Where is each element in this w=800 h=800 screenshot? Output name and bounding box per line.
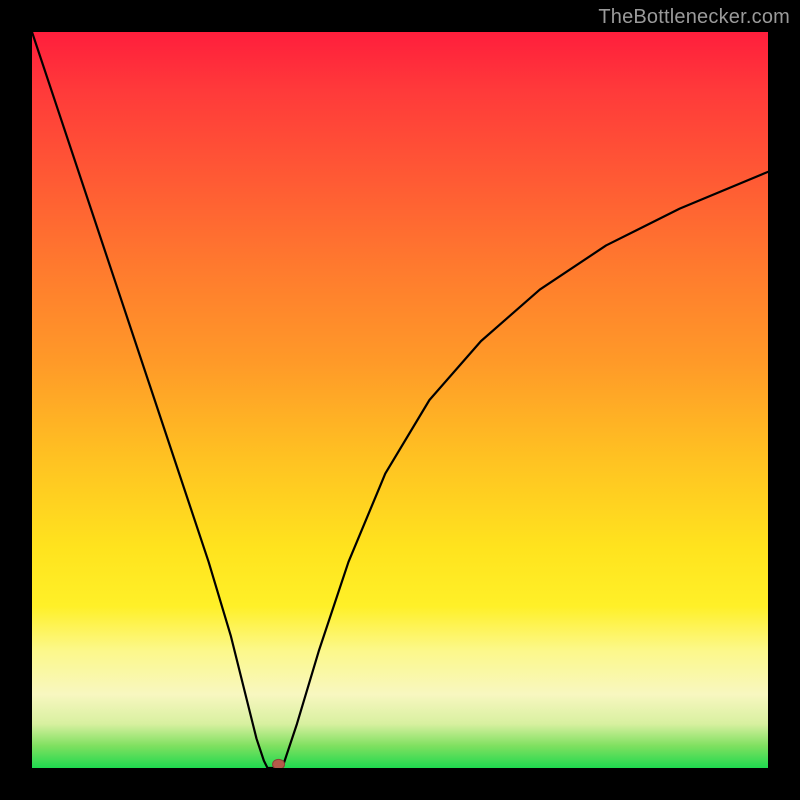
plot-area xyxy=(32,32,768,768)
curve-right-branch xyxy=(282,172,768,768)
curve-svg xyxy=(32,32,768,768)
curve-left-branch xyxy=(32,32,268,768)
chart-container: TheBottlenecker.com xyxy=(0,0,800,800)
minimum-marker xyxy=(273,759,285,768)
attribution-label: TheBottlenecker.com xyxy=(598,6,790,29)
